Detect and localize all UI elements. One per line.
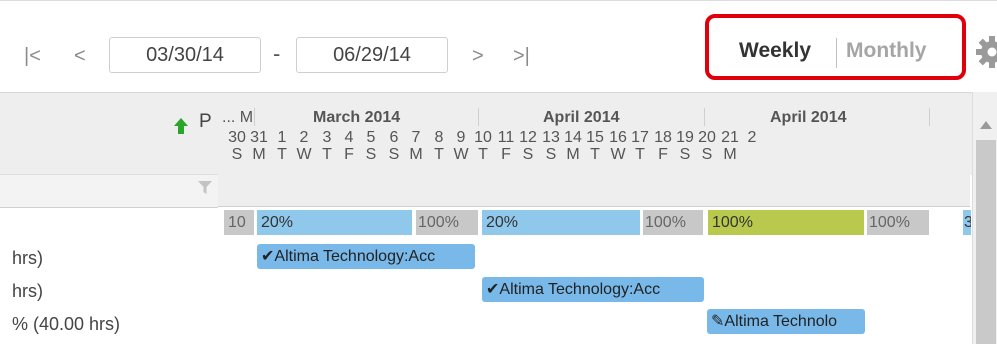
day-number: 15 — [586, 129, 604, 146]
check-icon: ✔ — [261, 248, 275, 265]
day-number: 31 — [250, 129, 268, 146]
view-divider — [836, 38, 837, 68]
month-divider — [478, 108, 479, 126]
month-divider — [704, 108, 705, 126]
day-number: 13 — [542, 129, 560, 146]
day-number: 10 — [474, 129, 492, 146]
allocation-bar: 20% — [257, 210, 412, 235]
day-number: 20 — [698, 129, 716, 146]
day-of-week: F — [344, 146, 354, 163]
day-of-week: M — [409, 146, 423, 163]
day-of-week: F — [501, 146, 511, 163]
next-page-icon[interactable]: > — [472, 46, 484, 66]
day-number: 12 — [519, 129, 537, 146]
day-number: 5 — [366, 129, 376, 146]
day-of-week: W — [296, 146, 312, 163]
allocation-bar: 10 — [224, 210, 254, 235]
month-divider — [929, 108, 930, 126]
day-of-week: M — [252, 146, 266, 163]
day-number: 1 — [277, 129, 287, 146]
month-divider — [254, 108, 255, 126]
start-date-field[interactable]: 03/30/14 — [109, 37, 261, 73]
day-number: 4 — [344, 129, 354, 146]
day-of-week: W — [610, 146, 626, 163]
day-of-week: M — [566, 146, 580, 163]
day-number: 3 — [322, 129, 332, 146]
end-date-field[interactable]: 06/29/14 — [296, 37, 448, 73]
row-label: hrs) — [12, 248, 43, 268]
day-of-week: W — [453, 146, 469, 163]
allocation-bar: 20% — [482, 210, 640, 235]
month-label: April 2014 — [770, 109, 847, 126]
day-number: 9 — [456, 129, 466, 146]
day-of-week: S — [545, 146, 557, 163]
day-number: 18 — [654, 129, 672, 146]
first-page-icon[interactable]: |< — [24, 46, 41, 66]
weekly-view-button[interactable]: Weekly — [739, 39, 811, 63]
scroll-up-icon[interactable] — [979, 120, 993, 130]
filter-icon[interactable] — [198, 181, 212, 195]
day-of-week: T — [478, 146, 488, 163]
day-of-week: T — [590, 146, 600, 163]
row-label: hrs) — [12, 281, 43, 301]
day-number: 2 — [299, 129, 309, 146]
day-of-week: T — [322, 146, 332, 163]
task-label: Altima Technolo — [724, 313, 838, 330]
task-label: Altima Technology:Acc — [274, 248, 436, 265]
timeline-filter-row — [218, 174, 970, 207]
day-of-week: S — [701, 146, 713, 163]
allocation-bar: 100% — [867, 210, 929, 235]
day-of-week: S — [365, 146, 377, 163]
allocation-bar: 100% — [643, 210, 703, 235]
day-number: 21 — [721, 129, 739, 146]
check-icon: ✔ — [486, 281, 500, 298]
day-of-week: M — [723, 146, 737, 163]
last-page-icon[interactable]: >| — [513, 46, 530, 66]
day-of-week: S — [522, 146, 534, 163]
day-number: 19 — [676, 129, 694, 146]
month-label-truncated: ... M — [222, 109, 254, 126]
day-number: 7 — [411, 129, 421, 146]
day-of-week: T — [434, 146, 444, 163]
task-bar[interactable]: ✔Altima Technology:Acc — [257, 244, 475, 269]
monthly-view-button[interactable]: Monthly — [846, 39, 926, 63]
day-of-week: S — [679, 146, 691, 163]
row-label: % (40.00 hrs) — [12, 314, 121, 334]
day-number: 30 — [228, 129, 246, 146]
day-number: 17 — [631, 129, 649, 146]
task-bar[interactable]: ✎Altima Technolo — [707, 309, 865, 334]
allocation-bar: 100% — [708, 210, 864, 235]
column-header-p[interactable]: P — [199, 112, 212, 131]
day-number: 8 — [434, 129, 444, 146]
day-number: 11 — [497, 129, 515, 146]
previous-page-icon[interactable]: < — [74, 46, 86, 66]
month-label: March 2014 — [313, 109, 401, 126]
date-range-separator: - — [273, 41, 281, 66]
sort-ascending-icon[interactable] — [174, 118, 188, 134]
allocation-bar: 100% — [416, 210, 478, 235]
day-of-week: F — [658, 146, 668, 163]
day-of-week: S — [388, 146, 400, 163]
day-number: 14 — [564, 129, 582, 146]
day-number: 16 — [609, 129, 627, 146]
scrollbar-thumb[interactable] — [976, 140, 996, 344]
day-of-week: S — [231, 146, 243, 163]
allocation-bar: 3 — [963, 210, 971, 235]
day-of-week: T — [277, 146, 287, 163]
day-number: 2 — [747, 129, 757, 146]
day-number: 6 — [389, 129, 399, 146]
task-bar[interactable]: ✔Altima Technology:Acc — [482, 277, 704, 302]
day-of-week: T — [635, 146, 645, 163]
toolbar: |< < 03/30/14 - 06/29/14 > >| Weekly Mon… — [0, 0, 997, 93]
task-label: Altima Technology:Acc — [499, 281, 661, 298]
pencil-icon: ✎ — [711, 313, 725, 330]
filter-row — [0, 174, 218, 208]
gear-icon[interactable] — [975, 35, 997, 69]
month-label: April 2014 — [543, 109, 620, 126]
